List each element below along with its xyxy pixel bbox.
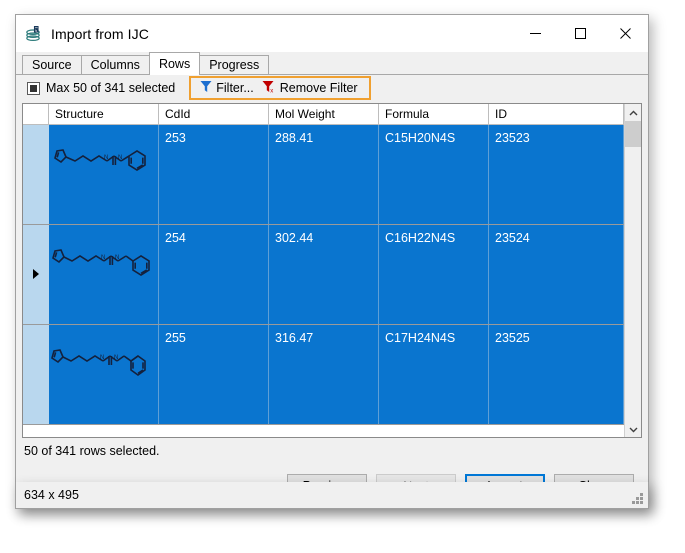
svg-text:N: N xyxy=(100,355,104,361)
scrollbar-track[interactable] xyxy=(625,121,641,420)
row-header-corner xyxy=(23,104,49,124)
title-bar: Import from IJC xyxy=(16,15,648,52)
table-row[interactable]: N N 255 316.47 C17H24N4S 23525 xyxy=(23,325,624,425)
column-header-id[interactable]: ID xyxy=(489,104,624,124)
svg-text:N: N xyxy=(101,255,105,261)
row-selector[interactable] xyxy=(23,125,49,224)
window-controls xyxy=(513,15,648,52)
cell-formula[interactable]: C17H24N4S xyxy=(379,325,489,424)
cell-mol-weight[interactable]: 316.47 xyxy=(269,325,379,424)
row-selector[interactable] xyxy=(23,225,49,324)
grid-vertical-scrollbar[interactable] xyxy=(624,104,641,437)
scroll-up-button[interactable] xyxy=(625,104,641,121)
remove-filter-button-label: Remove Filter xyxy=(280,81,358,95)
checkbox-indeterminate-icon xyxy=(27,82,40,95)
close-button[interactable] xyxy=(603,15,648,52)
svg-text:N: N xyxy=(114,355,118,361)
scroll-down-button[interactable] xyxy=(625,420,641,437)
max-selected-label: Max 50 of 341 selected xyxy=(46,81,175,95)
table-row[interactable]: N N 253 288.41 C15H20N4S 23523 xyxy=(23,125,624,225)
chevron-up-icon xyxy=(629,104,638,122)
tab-progress[interactable]: Progress xyxy=(199,55,269,74)
maximize-button[interactable] xyxy=(558,15,603,52)
cell-formula[interactable]: C15H20N4S xyxy=(379,125,489,224)
window-title: Import from IJC xyxy=(51,26,149,42)
max-selected-checkbox[interactable]: Max 50 of 341 selected xyxy=(27,81,175,95)
chevron-down-icon xyxy=(629,420,638,438)
cell-mol-weight[interactable]: 288.41 xyxy=(269,125,379,224)
current-row-marker-icon xyxy=(32,266,40,284)
table-row[interactable]: N N 254 302.44 C16H22N4S 23524 xyxy=(23,225,624,325)
cell-id[interactable]: 23525 xyxy=(489,325,624,424)
tab-rows[interactable]: Rows xyxy=(149,52,200,75)
grid-header-row: Structure CdId Mol Weight Formula ID xyxy=(23,104,624,125)
column-header-mol-weight[interactable]: Mol Weight xyxy=(269,104,379,124)
rows-toolbar: Max 50 of 341 selected Filter... x xyxy=(16,75,648,101)
resize-grip-icon[interactable] xyxy=(631,492,644,505)
results-grid: Structure CdId Mol Weight Formula ID xyxy=(22,103,642,438)
import-dialog-window: Import from IJC Source Columns Rows Prog… xyxy=(15,14,649,509)
filter-button[interactable]: Filter... xyxy=(196,79,258,97)
filter-button-label: Filter... xyxy=(216,81,254,95)
column-header-cdid[interactable]: CdId xyxy=(159,104,269,124)
cell-mol-weight[interactable]: 302.44 xyxy=(269,225,379,324)
funnel-remove-icon: x xyxy=(262,80,280,96)
cell-structure[interactable]: N N xyxy=(49,325,159,424)
tab-columns[interactable]: Columns xyxy=(81,55,150,74)
remove-filter-button[interactable]: x Remove Filter xyxy=(258,79,362,97)
svg-text:N: N xyxy=(115,255,119,261)
cell-structure[interactable]: N N xyxy=(49,225,159,324)
cell-cdid[interactable]: 254 xyxy=(159,225,269,324)
column-header-structure[interactable]: Structure xyxy=(49,104,159,124)
scrollbar-thumb[interactable] xyxy=(625,121,641,147)
funnel-icon xyxy=(200,80,216,96)
grid-body: N N 253 288.41 C15H20N4S 23523 xyxy=(23,125,624,437)
svg-text:N: N xyxy=(104,155,108,161)
cell-id[interactable]: 23523 xyxy=(489,125,624,224)
cell-id[interactable]: 23524 xyxy=(489,225,624,324)
cell-cdid[interactable]: 253 xyxy=(159,125,269,224)
cell-formula[interactable]: C16H22N4S xyxy=(379,225,489,324)
window-size-text: 634 x 495 xyxy=(24,488,79,502)
column-header-formula[interactable]: Formula xyxy=(379,104,489,124)
cell-structure[interactable]: N N xyxy=(49,125,159,224)
minimize-button[interactable] xyxy=(513,15,558,52)
svg-text:x: x xyxy=(270,88,273,93)
selection-status: 50 of 341 rows selected. xyxy=(16,438,648,464)
svg-text:N: N xyxy=(118,155,122,161)
filter-toolbar-highlight: Filter... x Remove Filter xyxy=(189,76,370,100)
cell-cdid[interactable]: 255 xyxy=(159,325,269,424)
row-selector[interactable] xyxy=(23,325,49,424)
window-size-statusbar: 634 x 495 xyxy=(15,482,649,509)
tab-strip: Source Columns Rows Progress xyxy=(16,52,648,75)
tab-source[interactable]: Source xyxy=(22,55,82,74)
instant-jchem-icon xyxy=(25,25,43,43)
